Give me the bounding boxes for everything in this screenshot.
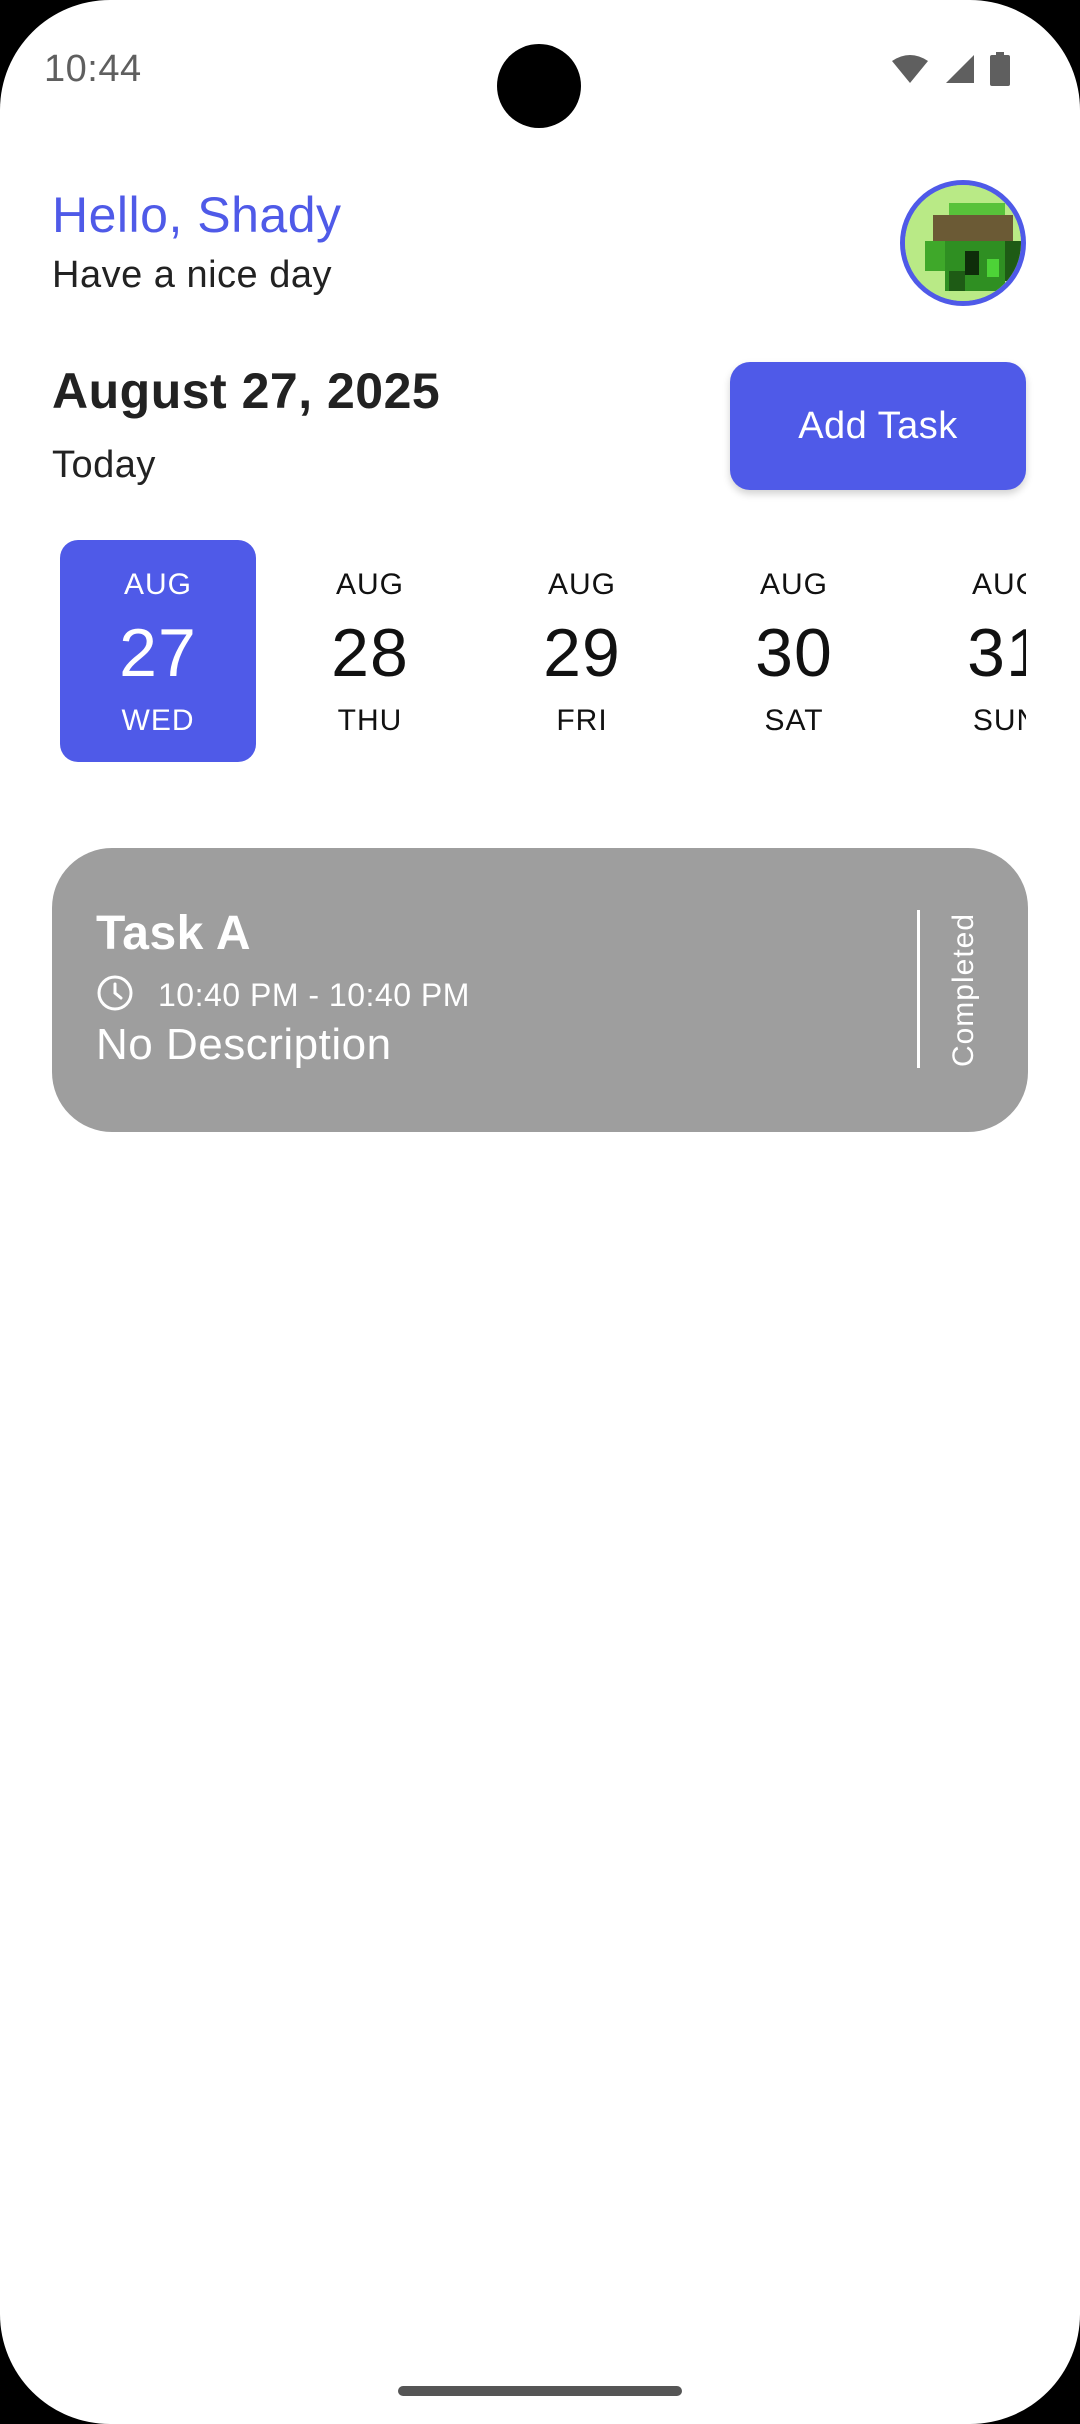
task-title: Task A (96, 907, 252, 960)
subgreeting: Have a nice day (52, 254, 332, 296)
date-item-aug-28[interactable]: AUG 28 THU (272, 540, 468, 762)
task-status: Completed (947, 912, 980, 1068)
selected-date-title: August 27, 2025 (52, 363, 441, 419)
status-time: 10:44 (44, 48, 142, 90)
task-divider (917, 910, 920, 1068)
task-card[interactable]: Task A 10:40 PM - 10:40 PM No Descriptio… (52, 848, 1028, 1132)
date-weekday: SAT (764, 704, 824, 737)
date-strip[interactable]: AUG 27 WED AUG 28 THU AUG 29 FRI AUG 30 … (60, 540, 1026, 762)
date-weekday: WED (121, 704, 195, 737)
avatar[interactable] (900, 180, 1026, 306)
task-time-row: 10:40 PM - 10:40 PM (96, 974, 470, 1017)
task-time: 10:40 PM - 10:40 PM (158, 977, 470, 1013)
signal-icon (944, 53, 976, 85)
date-month: AUG (759, 568, 828, 601)
date-month: AUG (123, 568, 192, 601)
screen: 10:44 Hello, Shady Have a nice day Augus… (0, 0, 1080, 2424)
home-indicator[interactable] (398, 2386, 682, 2396)
date-item-aug-27[interactable]: AUG 27 WED (60, 540, 256, 762)
date-weekday: FRI (556, 704, 608, 737)
battery-icon (990, 52, 1010, 86)
status-icons (890, 52, 1010, 86)
camera-cutout (497, 44, 581, 128)
task-description: No Description (96, 1020, 392, 1069)
date-weekday: THU (337, 704, 403, 737)
date-day: 31 (967, 615, 1026, 691)
date-day: 30 (755, 615, 833, 691)
date-day: 28 (331, 615, 409, 691)
pixel-avatar-icon (905, 185, 1021, 301)
date-day: 27 (119, 615, 197, 691)
clock-icon (96, 974, 134, 1017)
wifi-icon (890, 53, 930, 85)
date-item-aug-31[interactable]: AUG 31 SUN (908, 540, 1026, 762)
greeting: Hello, Shady (52, 187, 342, 243)
date-item-aug-29[interactable]: AUG 29 FRI (484, 540, 680, 762)
date-month: AUG (971, 568, 1026, 601)
add-task-button[interactable]: Add Task (730, 362, 1026, 490)
date-month: AUG (335, 568, 404, 601)
date-weekday: SUN (972, 704, 1026, 737)
date-month: AUG (547, 568, 616, 601)
today-label: Today (52, 444, 156, 486)
date-item-aug-30[interactable]: AUG 30 SAT (696, 540, 892, 762)
date-day: 29 (543, 615, 621, 691)
